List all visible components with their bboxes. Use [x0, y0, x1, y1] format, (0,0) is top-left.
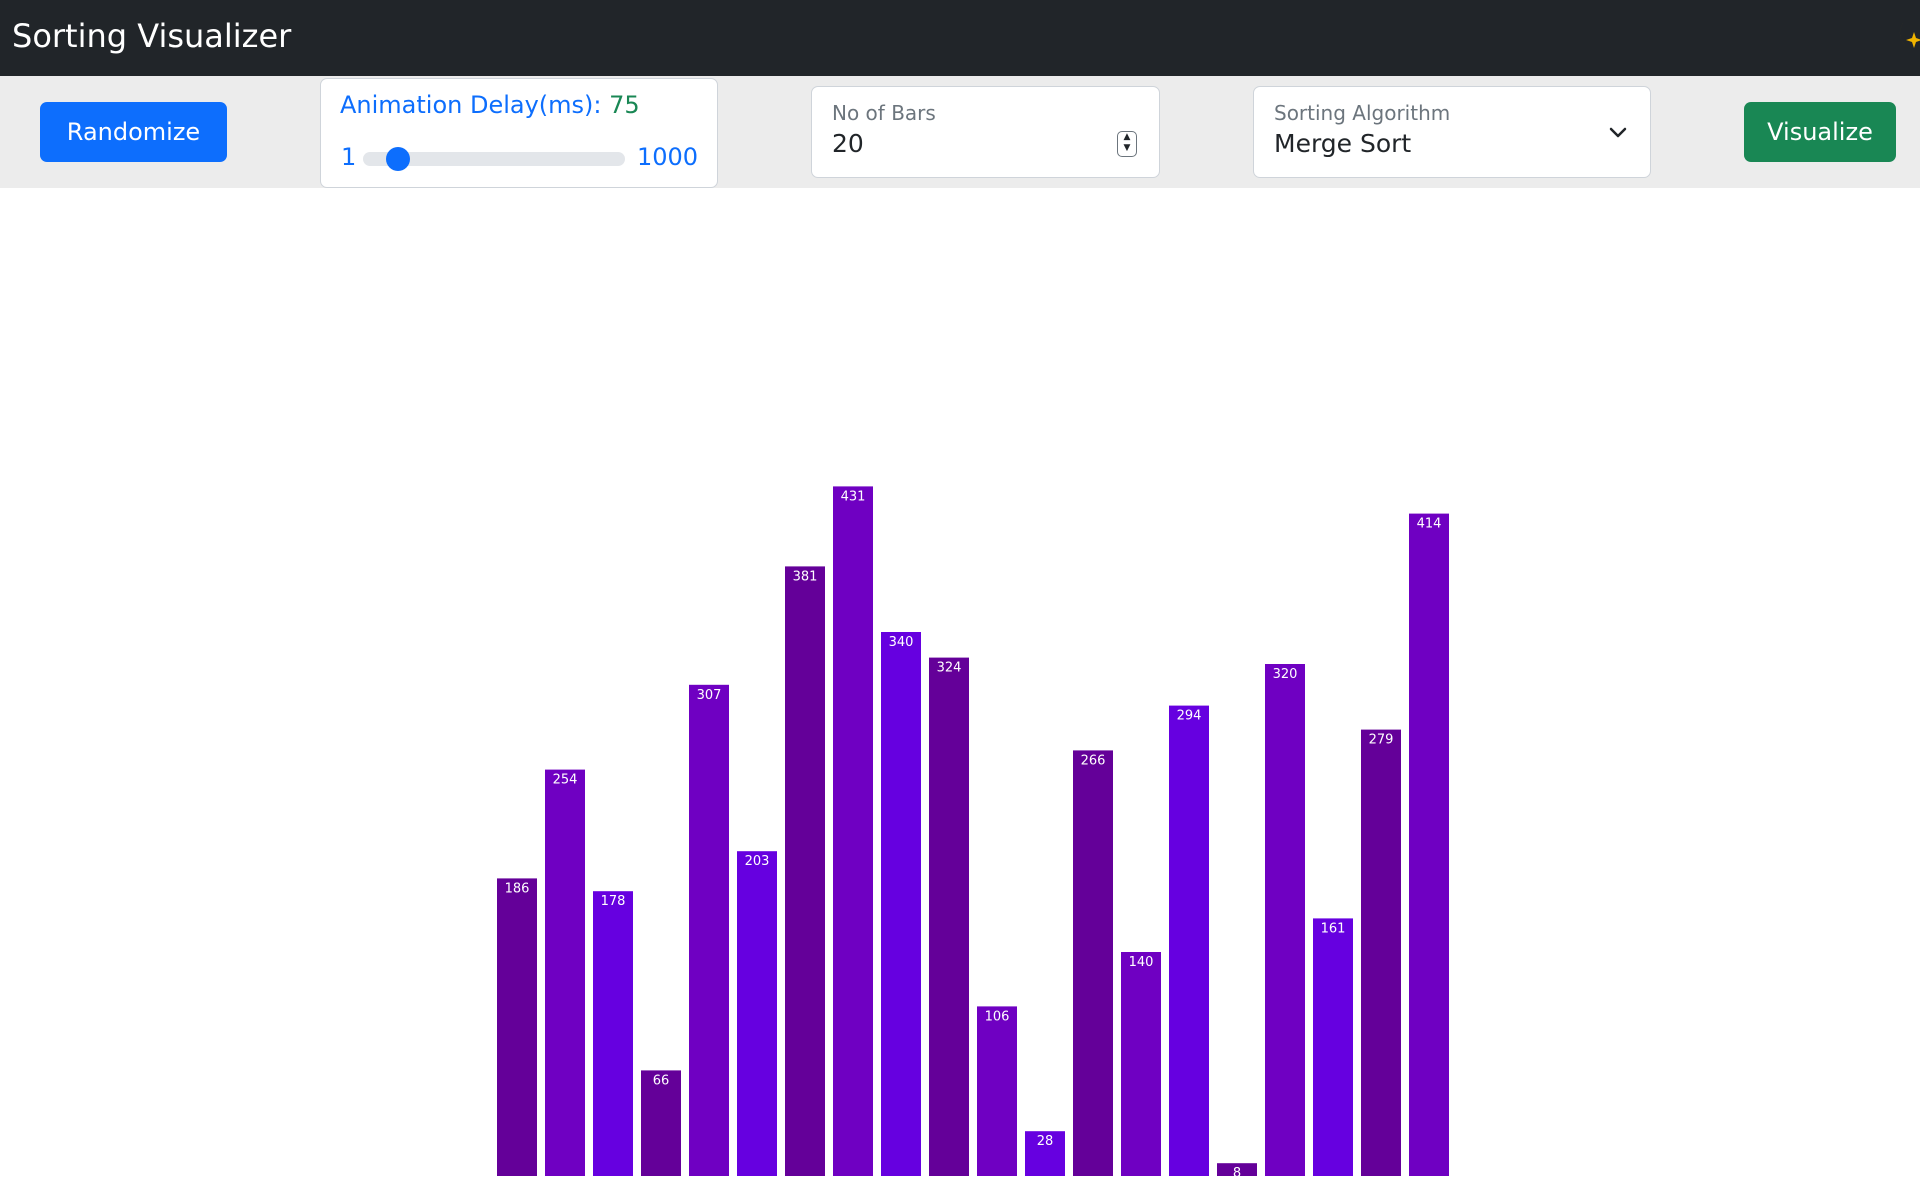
bar-value-label: 254: [553, 773, 578, 788]
delay-max-label: 1000: [637, 143, 699, 171]
bar-1: [497, 878, 537, 1176]
bar-3: [593, 891, 633, 1176]
bar-value-label: 294: [1177, 709, 1202, 724]
bar-value-label: 266: [1081, 753, 1106, 768]
bar-13: [1073, 750, 1113, 1176]
bar-chart: 186 254 178 66 307 203 381 431 340 324 106 28 266 140…: [497, 486, 1449, 1181]
bar-value-label: 28: [1037, 1134, 1054, 1149]
slider-thumb[interactable]: [385, 147, 410, 171]
controls-toolbar: Randomize Animation Delay(ms): 75 1 1000…: [0, 76, 1920, 188]
delay-min-label: 1: [341, 143, 357, 171]
bar-value-label: 381: [793, 569, 818, 584]
animation-delay-label: Animation Delay(ms): 75: [340, 91, 640, 119]
bar-count-label: No of Bars: [832, 101, 936, 125]
bar-20: [1409, 513, 1449, 1176]
bar-8: [833, 486, 873, 1176]
animation-delay-label-text: Animation Delay(ms):: [340, 91, 602, 119]
moon-stars-icon[interactable]: [1882, 14, 1920, 58]
bar-14: [1121, 952, 1161, 1176]
bar-10: [929, 657, 969, 1176]
bar-value-label: 178: [601, 894, 626, 909]
bar-15: [1169, 705, 1209, 1176]
bar-9: [881, 632, 921, 1176]
bar-value-label: 320: [1273, 667, 1298, 682]
animation-delay-value: 75: [609, 91, 640, 119]
bar-value-label: 161: [1321, 921, 1346, 936]
chevron-down-icon: [1609, 127, 1627, 138]
app-title: Sorting Visualizer: [12, 17, 292, 55]
bar-value-label: 106: [985, 1009, 1010, 1024]
bar-19: [1361, 729, 1401, 1176]
bar-chart-area: 186 254 178 66 307 203 381 431 340 324 106 28 266 140…: [0, 188, 1920, 1189]
bar-value-label: 340: [889, 635, 914, 650]
bar-count-field[interactable]: No of Bars 20 ▲ ▼: [811, 86, 1160, 178]
bar-value-label: 307: [697, 688, 722, 703]
bar-value-label: 186: [505, 881, 530, 896]
bar-value-label: 140: [1129, 955, 1154, 970]
bar-6: [737, 851, 777, 1176]
bar-value-label: 66: [653, 1073, 670, 1088]
bar-count-input[interactable]: 20: [832, 129, 864, 158]
bar-18: [1313, 918, 1353, 1176]
bar-7: [785, 566, 825, 1176]
bar-2: [545, 769, 585, 1176]
bar-value-label: 203: [745, 854, 770, 869]
sorting-algorithm-select[interactable]: Sorting Algorithm Merge Sort: [1253, 86, 1651, 178]
bar-value-label: 414: [1417, 517, 1442, 532]
bar-11: [977, 1006, 1017, 1176]
bar-value-label: 324: [937, 661, 962, 676]
bar-5: [689, 684, 729, 1176]
bar-value-label: 279: [1369, 733, 1394, 748]
bar-value-label: 8: [1233, 1166, 1241, 1181]
sorting-algorithm-value: Merge Sort: [1274, 129, 1412, 158]
randomize-button[interactable]: Randomize: [40, 102, 227, 162]
bar-17: [1265, 664, 1305, 1176]
visualize-button[interactable]: Visualize: [1744, 102, 1896, 162]
navbar: Sorting Visualizer: [0, 0, 1920, 76]
number-spinner-icon[interactable]: ▲ ▼: [1117, 131, 1137, 157]
bar-value-label: 431: [841, 489, 866, 504]
sorting-algorithm-label: Sorting Algorithm: [1274, 101, 1451, 125]
animation-delay-card: Animation Delay(ms): 75 1 1000: [320, 78, 718, 188]
animation-delay-slider[interactable]: [363, 147, 625, 171]
